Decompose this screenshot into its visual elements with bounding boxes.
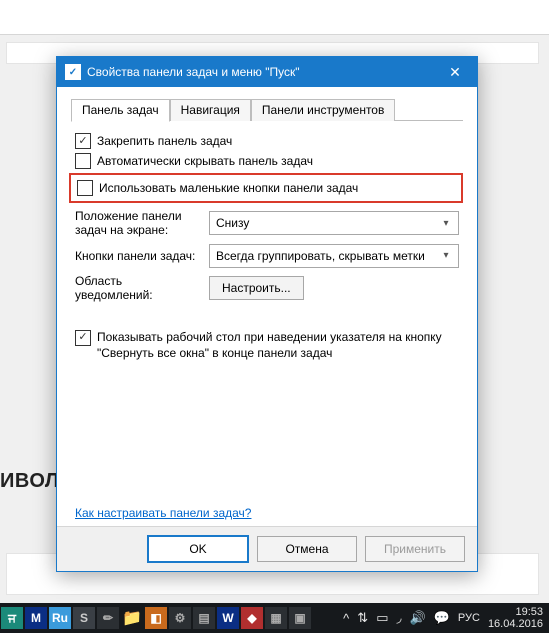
taskbar-app-2[interactable]: M (25, 607, 47, 629)
row-autohide: Автоматически скрывать панель задач (75, 153, 459, 169)
select-taskbar-buttons[interactable]: Всегда группировать, скрывать метки ▾ (209, 244, 459, 268)
taskbar-app-9[interactable]: ▤ (193, 607, 215, 629)
titlebar[interactable]: ✓ Свойства панели задач и меню "Пуск" ✕ (57, 57, 477, 87)
dialog-button-bar: OK Отмена Применить (57, 526, 477, 571)
checkbox-desktop-peek[interactable] (75, 330, 91, 346)
tray-action-center-icon[interactable]: 💬 (434, 610, 450, 626)
highlight-small-buttons: Использовать маленькие кнопки панели зад… (69, 173, 463, 203)
tab-strip: Панель задач Навигация Панели инструмент… (71, 97, 463, 121)
label-lock-taskbar: Закрепить панель задач (97, 134, 232, 148)
tray-volume-icon[interactable]: 🔊 (410, 610, 426, 626)
ok-button[interactable]: OK (147, 535, 249, 563)
tab-panel-taskbar: Закрепить панель задач Автоматически скр… (71, 121, 463, 526)
tray-battery-icon[interactable]: ▭ (376, 610, 388, 626)
taskbar-app-12[interactable]: ▦ (265, 607, 287, 629)
tray-time: 19:53 (488, 606, 543, 618)
row-taskbar-buttons: Кнопки панели задач: Всегда группировать… (75, 244, 459, 268)
window-title: Свойства панели задач и меню "Пуск" (87, 65, 433, 79)
tray-date: 16.04.2016 (488, 618, 543, 630)
help-link[interactable]: Как настраивать панели задач? (75, 506, 251, 520)
background-header-strip (0, 0, 549, 35)
tab-navigation[interactable]: Навигация (170, 99, 251, 121)
tray-network-icon[interactable]: ⇅ (357, 610, 368, 626)
row-taskbar-position: Положение панели задач на экране: Снизу … (75, 209, 459, 238)
chevron-down-icon: ▾ (438, 218, 454, 229)
chevron-down-icon: ▾ (438, 250, 454, 261)
client-area: Панель задач Навигация Панели инструмент… (57, 87, 477, 526)
row-lock-taskbar: Закрепить панель задач (75, 133, 459, 149)
taskbar-app-13[interactable]: ▣ (289, 607, 311, 629)
taskbar-app-8[interactable]: ⚙ (169, 607, 191, 629)
tray-clock[interactable]: 19:53 16.04.2016 (484, 606, 549, 630)
label-notification-area: Область уведомлений: (75, 274, 209, 303)
tray-wifi-icon[interactable]: ◞ (396, 610, 401, 626)
select-taskbar-position[interactable]: Снизу ▾ (209, 211, 459, 235)
label-taskbar-position: Положение панели задач на экране: (75, 209, 209, 238)
tab-taskbar[interactable]: Панель задач (71, 99, 170, 122)
tray-overflow-icon[interactable]: ^ (343, 611, 349, 626)
tab-toolbars[interactable]: Панели инструментов (251, 99, 395, 121)
taskbar-app-11[interactable]: ◆ (241, 607, 263, 629)
row-desktop-peek: Показывать рабочий стол при наведении ук… (75, 329, 459, 361)
close-button[interactable]: ✕ (433, 57, 477, 87)
checkbox-lock-taskbar[interactable] (75, 133, 91, 149)
taskbar-app-5[interactable]: ✏ (97, 607, 119, 629)
select-taskbar-position-value: Снизу (216, 216, 249, 230)
taskbar-properties-dialog: ✓ Свойства панели задач и меню "Пуск" ✕ … (56, 56, 478, 572)
taskbar-app-1[interactable]: ਜ (1, 607, 23, 629)
taskbar-app-7[interactable]: ◧ (145, 607, 167, 629)
label-taskbar-buttons: Кнопки панели задач: (75, 249, 209, 263)
select-taskbar-buttons-value: Всегда группировать, скрывать метки (216, 249, 425, 263)
close-icon: ✕ (449, 64, 461, 81)
row-notification-area: Область уведомлений: Настроить... (75, 274, 459, 303)
checkbox-autohide[interactable] (75, 153, 91, 169)
app-icon: ✓ (65, 64, 81, 80)
taskbar-app-4[interactable]: S (73, 607, 95, 629)
apply-button[interactable]: Применить (365, 536, 465, 562)
label-autohide: Автоматически скрывать панель задач (97, 154, 313, 168)
system-taskbar[interactable]: ਜ M Ru S ✏ 📁 ◧ ⚙ ▤ W ◆ ▦ ▣ ^ ⇅ ▭ ◞ 🔊 💬 Р… (0, 603, 549, 633)
tray-language[interactable]: РУС (458, 612, 480, 624)
label-desktop-peek: Показывать рабочий стол при наведении ук… (97, 329, 459, 361)
cancel-button[interactable]: Отмена (257, 536, 357, 562)
button-notification-customize[interactable]: Настроить... (209, 276, 304, 300)
system-tray: ^ ⇅ ▭ ◞ 🔊 💬 РУС (337, 610, 484, 626)
taskbar-app-3[interactable]: Ru (49, 607, 71, 629)
checkbox-small-buttons[interactable] (77, 180, 93, 196)
taskbar-app-6[interactable]: 📁 (121, 607, 143, 629)
taskbar-app-10[interactable]: W (217, 607, 239, 629)
label-small-buttons: Использовать маленькие кнопки панели зад… (99, 181, 358, 195)
